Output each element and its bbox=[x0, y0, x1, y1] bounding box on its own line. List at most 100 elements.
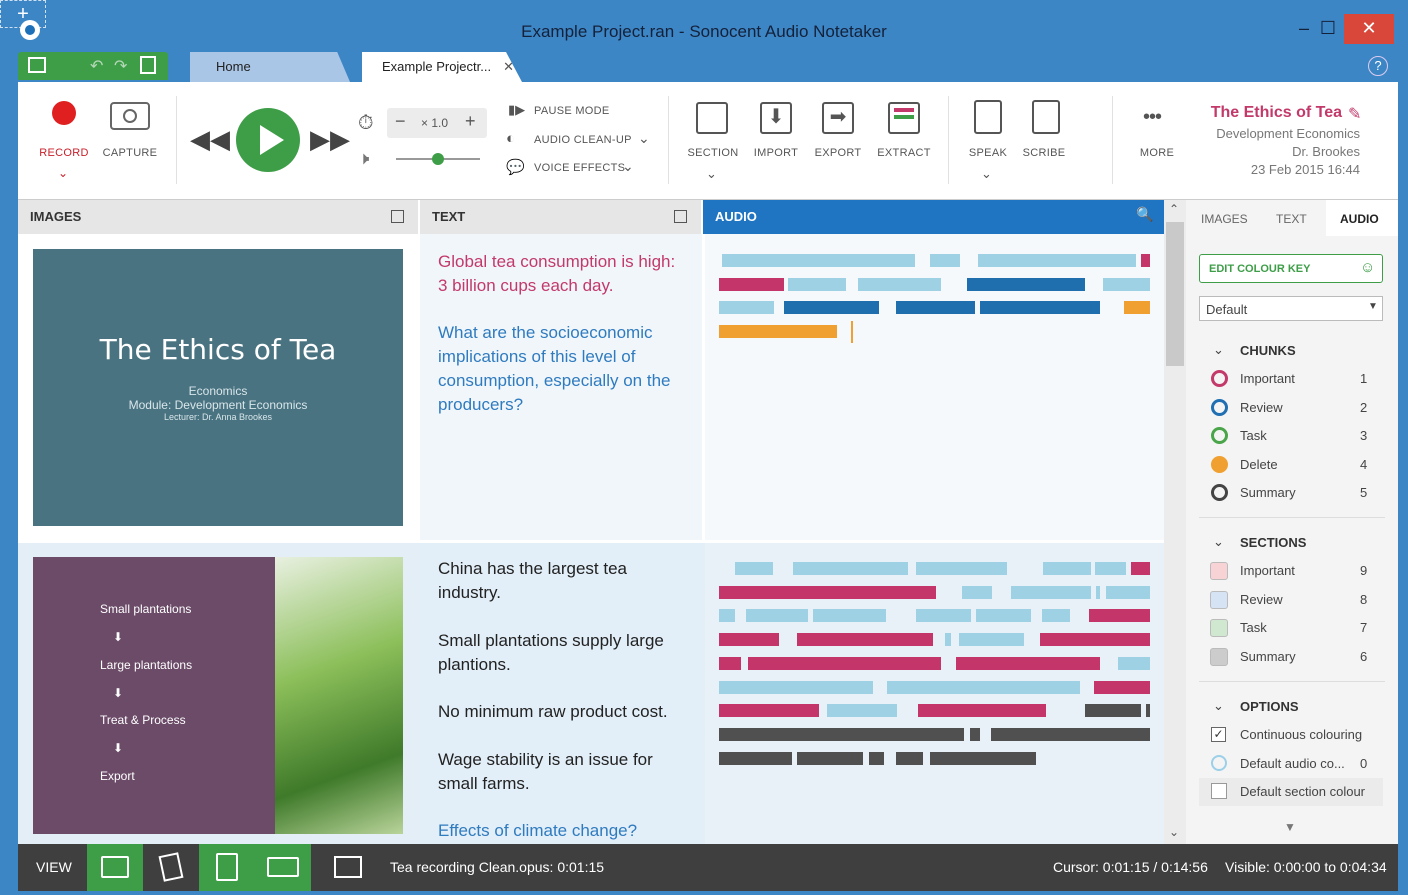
text-note[interactable]: Global tea consumption is high: 3 billio… bbox=[438, 250, 688, 298]
text-note[interactable]: What are the socioeconomic implications … bbox=[438, 321, 690, 417]
audio-chunk[interactable] bbox=[887, 681, 1080, 694]
extract-button[interactable]: EXTRACT bbox=[876, 147, 932, 159]
audio-cleanup-button[interactable]: AUDIO CLEAN-UP bbox=[534, 134, 632, 146]
text-note[interactable]: China has the largest tea industry. bbox=[438, 557, 688, 605]
play-button[interactable] bbox=[236, 108, 300, 172]
chevron-down-icon[interactable]: ⌄ bbox=[622, 158, 634, 175]
default-section-colour-swatch[interactable] bbox=[1211, 783, 1227, 799]
record-button[interactable]: RECORD bbox=[36, 147, 92, 159]
speak-button[interactable]: SPEAK bbox=[964, 147, 1012, 159]
audio-chunk[interactable] bbox=[1106, 586, 1150, 599]
default-audio-colour-swatch[interactable] bbox=[1211, 755, 1227, 771]
audio-chunk[interactable] bbox=[1095, 562, 1126, 575]
audio-chunk[interactable] bbox=[962, 586, 992, 599]
section-icon[interactable] bbox=[696, 102, 728, 134]
pause-mode-button[interactable]: PAUSE MODE bbox=[534, 105, 610, 117]
audio-chunk[interactable] bbox=[719, 325, 837, 338]
audio-chunk[interactable] bbox=[719, 704, 819, 717]
voice-effects-button[interactable]: VOICE EFFECTS bbox=[534, 162, 625, 174]
speed-minus-button[interactable]: − bbox=[395, 111, 406, 132]
close-button[interactable]: ✕ bbox=[1344, 14, 1394, 44]
section-colour-swatch[interactable] bbox=[1210, 562, 1228, 580]
speed-plus-button[interactable]: + bbox=[465, 111, 476, 132]
audio-chunk[interactable] bbox=[797, 752, 863, 765]
audio-chunk[interactable] bbox=[916, 562, 1007, 575]
audio-chunk[interactable] bbox=[735, 562, 773, 575]
audio-chunk[interactable] bbox=[719, 278, 784, 291]
chunk-colour-swatch[interactable] bbox=[1211, 370, 1228, 387]
record-icon[interactable] bbox=[52, 101, 76, 125]
rewind-icon[interactable]: ◀◀ bbox=[190, 124, 230, 155]
audio-chunk[interactable] bbox=[1089, 609, 1150, 622]
audio-chunk[interactable] bbox=[1096, 586, 1100, 599]
scribe-icon[interactable] bbox=[1032, 100, 1060, 134]
volume-slider-handle[interactable] bbox=[432, 153, 444, 165]
chevron-down-icon[interactable]: ⌄ bbox=[638, 130, 650, 147]
view-text-button[interactable] bbox=[199, 844, 255, 891]
audio-chunk[interactable] bbox=[719, 752, 792, 765]
audio-chunk[interactable] bbox=[869, 752, 884, 765]
capture-button[interactable]: CAPTURE bbox=[100, 147, 160, 159]
audio-chunk[interactable] bbox=[719, 301, 774, 314]
slide-image-1[interactable]: The Ethics of Tea Economics Module: Deve… bbox=[33, 249, 403, 526]
audio-chunk[interactable] bbox=[748, 657, 941, 670]
tab-close-icon[interactable]: ✕ bbox=[503, 59, 514, 74]
section-colour-swatch[interactable] bbox=[1210, 590, 1228, 609]
playback-cursor[interactable] bbox=[851, 321, 853, 343]
audio-chunk[interactable] bbox=[797, 633, 933, 646]
audio-chunk[interactable] bbox=[896, 301, 975, 314]
fast-forward-icon[interactable]: ▶▶ bbox=[310, 124, 350, 155]
audio-chunk[interactable] bbox=[930, 254, 960, 267]
audio-chunk[interactable] bbox=[945, 633, 951, 646]
scribe-button[interactable]: SCRIBE bbox=[1020, 147, 1068, 159]
audio-chunk[interactable] bbox=[793, 562, 908, 575]
section-colour-swatch[interactable] bbox=[1210, 647, 1228, 666]
expand-more-icon[interactable]: ▼ bbox=[1284, 820, 1296, 834]
camera-icon[interactable] bbox=[110, 102, 150, 130]
view-slides-button[interactable] bbox=[145, 844, 197, 891]
audio-chunk[interactable] bbox=[719, 633, 779, 646]
import-button[interactable]: IMPORT bbox=[750, 147, 802, 159]
scrollbar-thumb[interactable] bbox=[1166, 222, 1184, 366]
tab-images[interactable]: IMAGES bbox=[1201, 212, 1248, 226]
colour-key-dropdown[interactable]: Default ▼ bbox=[1199, 296, 1383, 321]
audio-chunk[interactable] bbox=[746, 609, 808, 622]
record-dropdown-icon[interactable]: ⌄ bbox=[58, 166, 68, 180]
volume-slider[interactable] bbox=[396, 153, 480, 165]
collapse-icon[interactable] bbox=[674, 210, 687, 223]
text-note[interactable]: No minimum raw product cost. bbox=[438, 700, 698, 724]
audio-chunk[interactable] bbox=[980, 301, 1100, 314]
audio-chunk[interactable] bbox=[970, 728, 980, 741]
section-button[interactable]: SECTION bbox=[684, 147, 742, 159]
audio-chunk[interactable] bbox=[1043, 562, 1091, 575]
audio-chunk[interactable] bbox=[967, 278, 1085, 291]
view-images-button[interactable] bbox=[87, 844, 143, 891]
audio-chunk[interactable] bbox=[916, 609, 971, 622]
tab-project[interactable]: Example Projectr... ✕ bbox=[362, 52, 522, 82]
text-note[interactable]: Wage stability is an issue for small far… bbox=[438, 748, 688, 796]
view-audio-button[interactable] bbox=[255, 844, 311, 891]
redo-icon[interactable]: ↷ bbox=[114, 56, 127, 76]
audio-chunk[interactable] bbox=[858, 278, 941, 291]
audio-chunk[interactable] bbox=[1040, 633, 1150, 646]
layout-menu-icon[interactable] bbox=[28, 57, 46, 73]
extract-icon[interactable] bbox=[888, 102, 920, 134]
audio-chunk[interactable] bbox=[719, 657, 741, 670]
audio-chunk[interactable] bbox=[1094, 681, 1150, 694]
audio-chunk[interactable] bbox=[722, 254, 915, 267]
audio-chunk[interactable] bbox=[788, 278, 846, 291]
undo-icon[interactable]: ↶ bbox=[90, 56, 103, 76]
text-note[interactable]: Small plantations supply large plantions… bbox=[438, 629, 690, 677]
scroll-down-icon[interactable]: ⌄ bbox=[1169, 825, 1179, 839]
export-button[interactable]: EXPORT bbox=[812, 147, 864, 159]
chevron-down-icon[interactable]: ⌄ bbox=[1213, 698, 1224, 714]
edit-colour-key-button[interactable]: EDIT COLOUR KEY ☺ bbox=[1199, 254, 1383, 283]
zoom-icon[interactable]: 🔍 bbox=[1136, 206, 1153, 223]
tab-audio[interactable]: AUDIO bbox=[1340, 212, 1379, 226]
edit-pencil-icon[interactable]: ✎ bbox=[1348, 104, 1361, 124]
tab-text[interactable]: TEXT bbox=[1276, 212, 1307, 226]
chunk-colour-swatch[interactable] bbox=[1211, 455, 1228, 473]
slide-image-2[interactable]: Small plantations ⬇ Large plantations ⬇ … bbox=[33, 557, 403, 834]
chunk-colour-swatch[interactable] bbox=[1211, 427, 1228, 444]
audio-chunk[interactable] bbox=[918, 704, 1046, 717]
